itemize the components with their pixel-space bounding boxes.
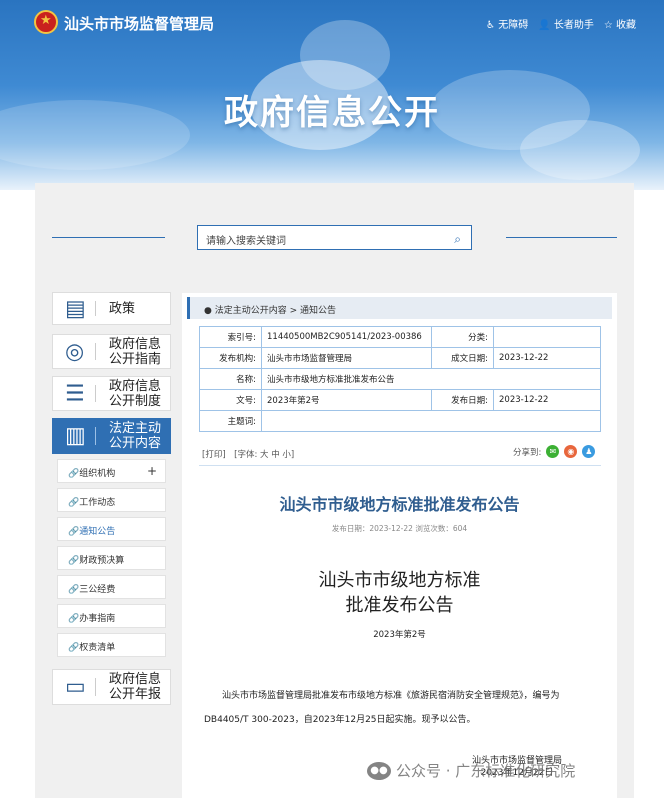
file-icon: ▥ bbox=[65, 423, 86, 449]
meta-value: 汕头市市级地方标准批准发布公告 bbox=[261, 368, 601, 390]
breadcrumb-current[interactable]: 通知公告 bbox=[300, 306, 336, 316]
folder-icon: ▭ bbox=[65, 674, 86, 700]
meta-table: 索引号: 11440500MB2C905141/2023-00386 分类: 发布机… bbox=[199, 326, 601, 432]
sidebar-item-label: 政策 bbox=[109, 301, 136, 316]
subitem-service-guide[interactable]: 🔗办事指南 bbox=[57, 604, 166, 628]
divider-left bbox=[52, 237, 165, 238]
wechat-logo-icon: ●● bbox=[367, 761, 391, 780]
meta-value: 汕头市市场监督管理局 bbox=[261, 347, 432, 369]
sidebar-item-system[interactable]: ☰ 政府信息 公开制度 bbox=[52, 376, 171, 411]
subitem-label: 工作动态 bbox=[79, 498, 116, 508]
meta-key: 文号: bbox=[199, 389, 262, 411]
meta-key: 索引号: bbox=[199, 326, 262, 348]
meta-key: 发布机构: bbox=[199, 347, 262, 369]
sidebar-item-annual-report[interactable]: ▭ 政府信息 公开年报 bbox=[52, 669, 171, 705]
subitem-label: 财政预决算 bbox=[79, 556, 125, 566]
qq-icon[interactable]: ♟ bbox=[582, 445, 596, 458]
meta-key: 主题词: bbox=[199, 410, 262, 432]
site-title[interactable]: 汕头市市场监督管理局 bbox=[64, 13, 214, 34]
article-info: 发布日期：2023-12-22 浏览次数：604 bbox=[331, 524, 468, 533]
breadcrumb-root[interactable]: 法定主动公开内容 bbox=[215, 306, 287, 316]
subitem-label: 办事指南 bbox=[79, 614, 116, 624]
document-icon: ▤ bbox=[65, 296, 86, 321]
search-placeholder: 请输入搜索关键词 bbox=[206, 236, 286, 247]
subitem-budget[interactable]: 🔗财政预决算 bbox=[57, 546, 166, 570]
favorite-link[interactable]: ☆ 收藏 bbox=[604, 16, 636, 31]
subitem-label: 组织机构 bbox=[79, 469, 116, 479]
print-font-tools[interactable]: [打印] [字体: 大 中 小] bbox=[202, 448, 294, 460]
divider bbox=[199, 465, 601, 466]
search-input[interactable]: 请输入搜索关键词 ⌕ bbox=[197, 225, 472, 250]
expand-icon[interactable]: + bbox=[147, 464, 157, 478]
wechat-icon[interactable]: ✉ bbox=[546, 445, 560, 458]
elder-helper-label: 长者助手 bbox=[553, 20, 594, 31]
meta-key: 分类: bbox=[431, 326, 494, 348]
meta-value bbox=[261, 410, 601, 432]
watermark-text: 公众号 · 广东标准化研究院 bbox=[396, 762, 576, 780]
share-label: 分享到: bbox=[513, 447, 542, 458]
subitem-label: 通知公告 bbox=[79, 527, 116, 537]
header-banner: 汕头市市场监督管理局 ♿ 无障碍 👤 长者助手 ☆ 收藏 政府信息公开 bbox=[0, 0, 664, 190]
favorite-label: 收藏 bbox=[616, 20, 636, 31]
watermark: ●● 公众号 · 广东标准化研究院 bbox=[367, 760, 575, 781]
subitem-organization[interactable]: 🔗组织机构 + bbox=[57, 459, 166, 483]
article-body: 汕头市市场监督管理局批准发布市级地方标准《旅游民宿消防安全管理规范》，编号为DB… bbox=[204, 691, 560, 725]
sidebar-item-guide[interactable]: ◎ 政府信息 公开指南 bbox=[52, 334, 171, 369]
share-bar: 分享到: ✉ ◉ ♟ bbox=[513, 445, 596, 458]
sidebar-item-label: 法定主动 公开内容 bbox=[109, 421, 162, 451]
accessibility-label: 无障碍 bbox=[498, 20, 529, 31]
elder-helper-link[interactable]: 👤 长者助手 bbox=[538, 16, 594, 31]
sidebar-item-active-content[interactable]: ▥ 法定主动 公开内容 bbox=[52, 418, 171, 454]
heading-line: 汕头市市级地方标准 bbox=[318, 570, 481, 591]
compass-icon: ◎ bbox=[65, 339, 85, 364]
sidebar-item-label: 政府信息 公开指南 bbox=[109, 336, 162, 367]
meta-value bbox=[493, 326, 601, 348]
breadcrumb-separator: > bbox=[289, 306, 298, 316]
meta-value: 2023年第2号 bbox=[261, 389, 432, 411]
sidebar-item-label: 政府信息 公开年报 bbox=[109, 672, 162, 702]
sidebar-item-policy[interactable]: ▤ 政策 bbox=[52, 292, 171, 325]
meta-key: 发布日期: bbox=[431, 389, 494, 411]
hero-title: 政府信息公开 bbox=[224, 93, 440, 133]
emblem-icon[interactable] bbox=[34, 10, 58, 34]
meta-value: 11440500MB2C905141/2023-00386 bbox=[261, 326, 432, 348]
subitem-work-news[interactable]: 🔗工作动态 bbox=[57, 488, 166, 512]
weibo-icon[interactable]: ◉ bbox=[564, 445, 578, 458]
search-icon[interactable]: ⌕ bbox=[454, 232, 461, 247]
subitem-label: 权责清单 bbox=[79, 643, 116, 653]
sidebar-item-label: 政府信息 公开制度 bbox=[109, 378, 162, 409]
meta-value: 2023-12-22 bbox=[493, 347, 601, 369]
accessibility-link[interactable]: ♿ 无障碍 bbox=[486, 16, 528, 31]
meta-key: 成文日期: bbox=[431, 347, 494, 369]
meta-value: 2023-12-22 bbox=[493, 389, 601, 411]
article-area: ● 法定主动公开内容 > 通知公告 索引号: 11440500MB2C905141… bbox=[182, 293, 617, 798]
subitem-notices[interactable]: 🔗通知公告 bbox=[57, 517, 166, 541]
list-icon: ☰ bbox=[65, 381, 85, 406]
location-icon: ● bbox=[204, 306, 212, 316]
document-heading: 汕头市市级地方标准 批准发布公告 bbox=[182, 568, 617, 618]
subitem-label: 三公经费 bbox=[79, 585, 116, 595]
heading-line: 批准发布公告 bbox=[345, 595, 454, 616]
divider-right bbox=[506, 237, 617, 238]
breadcrumb: ● 法定主动公开内容 > 通知公告 bbox=[187, 297, 612, 319]
meta-key: 名称: bbox=[199, 368, 262, 390]
subitem-three-public[interactable]: 🔗三公经费 bbox=[57, 575, 166, 599]
document-number: 2023年第2号 bbox=[373, 630, 426, 640]
article-title: 汕头市市级地方标准批准发布公告 bbox=[279, 495, 520, 514]
subitem-power-list[interactable]: 🔗权责清单 bbox=[57, 633, 166, 657]
